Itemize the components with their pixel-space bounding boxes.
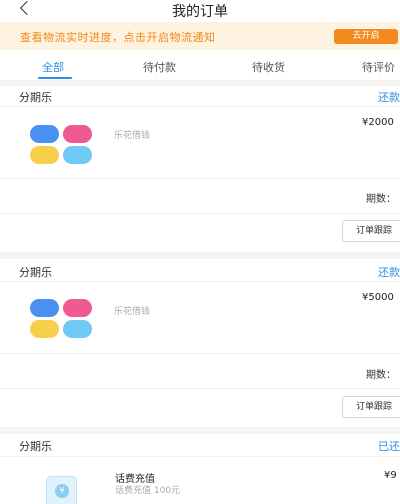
section-gap: [0, 427, 400, 434]
order-status: 还款: [378, 91, 400, 104]
phone-recharge-icon: ¥: [46, 476, 77, 504]
tab-all[interactable]: 全部: [42, 59, 64, 75]
order-price: ¥5000: [362, 292, 394, 303]
notice-text: 查看物流实时进度，点击开启物流通知: [20, 31, 216, 44]
product-name: 乐花借钱: [114, 307, 151, 317]
order-tracking-button[interactable]: 订单跟踪: [342, 220, 400, 242]
nav-bar: 我的订单: [0, 0, 400, 22]
order-price: ¥2000: [362, 117, 394, 128]
order-status: 已还: [378, 440, 400, 453]
divider: [0, 281, 400, 282]
section-gap: [0, 252, 400, 259]
tabs-divider: [0, 80, 400, 86]
order-type: 分期乐: [19, 91, 52, 104]
order-status: 还款: [378, 266, 400, 279]
divider: [0, 353, 400, 354]
divider: [0, 106, 400, 107]
enable-notification-button[interactable]: 去开启: [334, 29, 398, 44]
lehua-logo: [30, 299, 92, 339]
logistics-notice-banner: 查看物流实时进度，点击开启物流通知 去开启: [0, 22, 400, 50]
active-tab-indicator: [38, 77, 72, 79]
divider: [0, 178, 400, 179]
product-name: 乐花借钱: [114, 131, 151, 141]
divider: [0, 456, 400, 457]
order-tabs: 全部 待付款 待收货 待评价: [0, 50, 400, 80]
tab-pending-receipt[interactable]: 待收货: [252, 59, 285, 75]
divider: [0, 213, 400, 214]
installment-label: 期数：: [366, 370, 396, 381]
yen-coin-icon: ¥: [55, 484, 69, 498]
order-type: 分期乐: [19, 440, 52, 453]
product-description: 话费充值 100元: [115, 486, 181, 496]
order-type: 分期乐: [19, 266, 52, 279]
tab-pending-review[interactable]: 待评价: [362, 59, 395, 75]
lehua-logo: [30, 125, 92, 165]
tab-pending-payment[interactable]: 待付款: [143, 59, 176, 75]
order-tracking-button[interactable]: 订单跟踪: [342, 396, 400, 418]
divider: [0, 388, 400, 389]
installment-label: 期数：: [366, 194, 396, 205]
page-title: 我的订单: [172, 4, 228, 20]
order-price: ¥9: [384, 470, 397, 481]
